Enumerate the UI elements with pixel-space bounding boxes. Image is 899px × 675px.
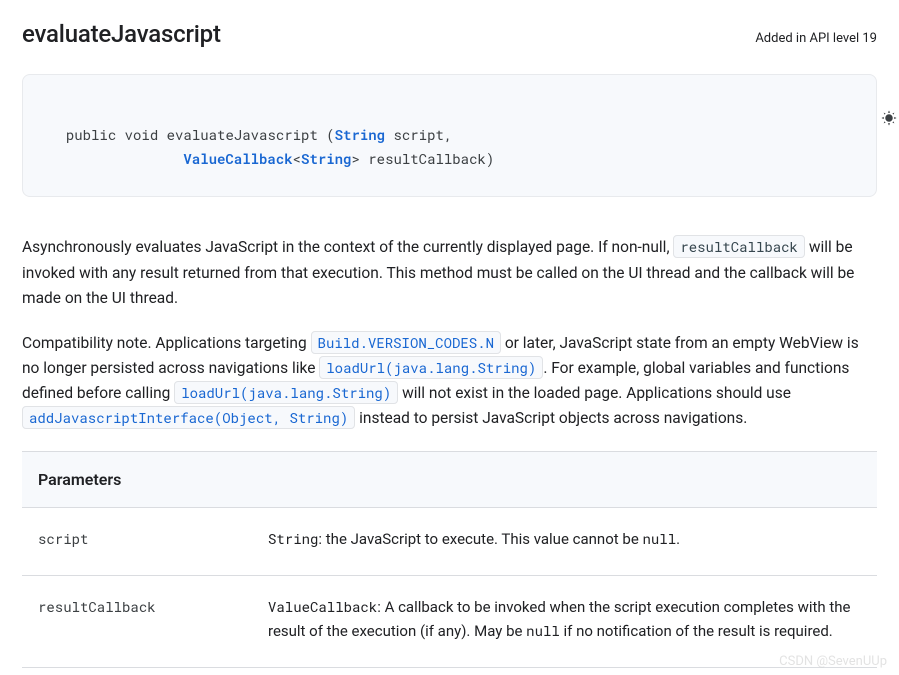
param-null: null xyxy=(526,621,560,640)
param-type: ValueCallback xyxy=(268,597,377,616)
description-para-2: Compatibility note. Applications targeti… xyxy=(22,331,877,431)
param-null: null xyxy=(643,529,677,548)
sig-tail: > resultCallback) xyxy=(351,149,494,168)
code-resultcallback: resultCallback xyxy=(673,235,805,258)
code-loadurl-link-2[interactable]: loadUrl(java.lang.String) xyxy=(174,381,398,404)
parameters-table: Parameters script String: the JavaScript… xyxy=(22,451,877,668)
param-desc: ValueCallback: A callback to be invoked … xyxy=(252,576,877,668)
api-level-badge: Added in API level 19 xyxy=(755,31,877,46)
p1a: Asynchronously evaluates JavaScript in t… xyxy=(22,238,673,256)
description-para-1: Asynchronously evaluates JavaScript in t… xyxy=(22,235,877,310)
method-signature-code: public void evaluateJavascript (String s… xyxy=(22,74,877,197)
p2d: will not exist in the loaded page. Appli… xyxy=(398,384,791,402)
param-desc2: . xyxy=(676,530,680,548)
param-name: resultCallback xyxy=(22,576,252,668)
code-loadurl-link-1[interactable]: loadUrl(java.lang.String) xyxy=(319,356,543,379)
param-desc: String: the JavaScript to execute. This … xyxy=(252,508,877,576)
parameters-header: Parameters xyxy=(22,452,877,508)
code-build-version-n-link[interactable]: Build.VERSION_CODES.N xyxy=(311,331,501,354)
sig-prefix: public void evaluateJavascript ( xyxy=(66,125,335,144)
param-desc1: : the JavaScript to execute. This value … xyxy=(318,530,642,548)
sig-lt: < xyxy=(293,149,301,168)
table-row: resultCallback ValueCallback: A callback… xyxy=(22,576,877,668)
theme-toggle-icon[interactable] xyxy=(846,85,864,103)
code-addjsinterface-link[interactable]: addJavascriptInterface(Object, String) xyxy=(22,406,355,429)
param-desc2: if no notification of the result is requ… xyxy=(560,622,833,640)
method-header: evaluateJavascript Added in API level 19 xyxy=(22,20,877,48)
type-string-link[interactable]: String xyxy=(335,125,385,144)
p2e: instead to persist JavaScript objects ac… xyxy=(355,409,747,427)
param-name: script xyxy=(22,508,252,576)
method-name: evaluateJavascript xyxy=(22,20,221,48)
type-valuecallback-link[interactable]: ValueCallback xyxy=(183,149,292,168)
type-string2-link[interactable]: String xyxy=(301,149,351,168)
param-type: String xyxy=(268,529,318,548)
table-row: script String: the JavaScript to execute… xyxy=(22,508,877,576)
p2a: Compatibility note. Applications targeti… xyxy=(22,334,311,352)
sig-param1: script, xyxy=(385,125,461,144)
sig-indent xyxy=(49,149,183,168)
